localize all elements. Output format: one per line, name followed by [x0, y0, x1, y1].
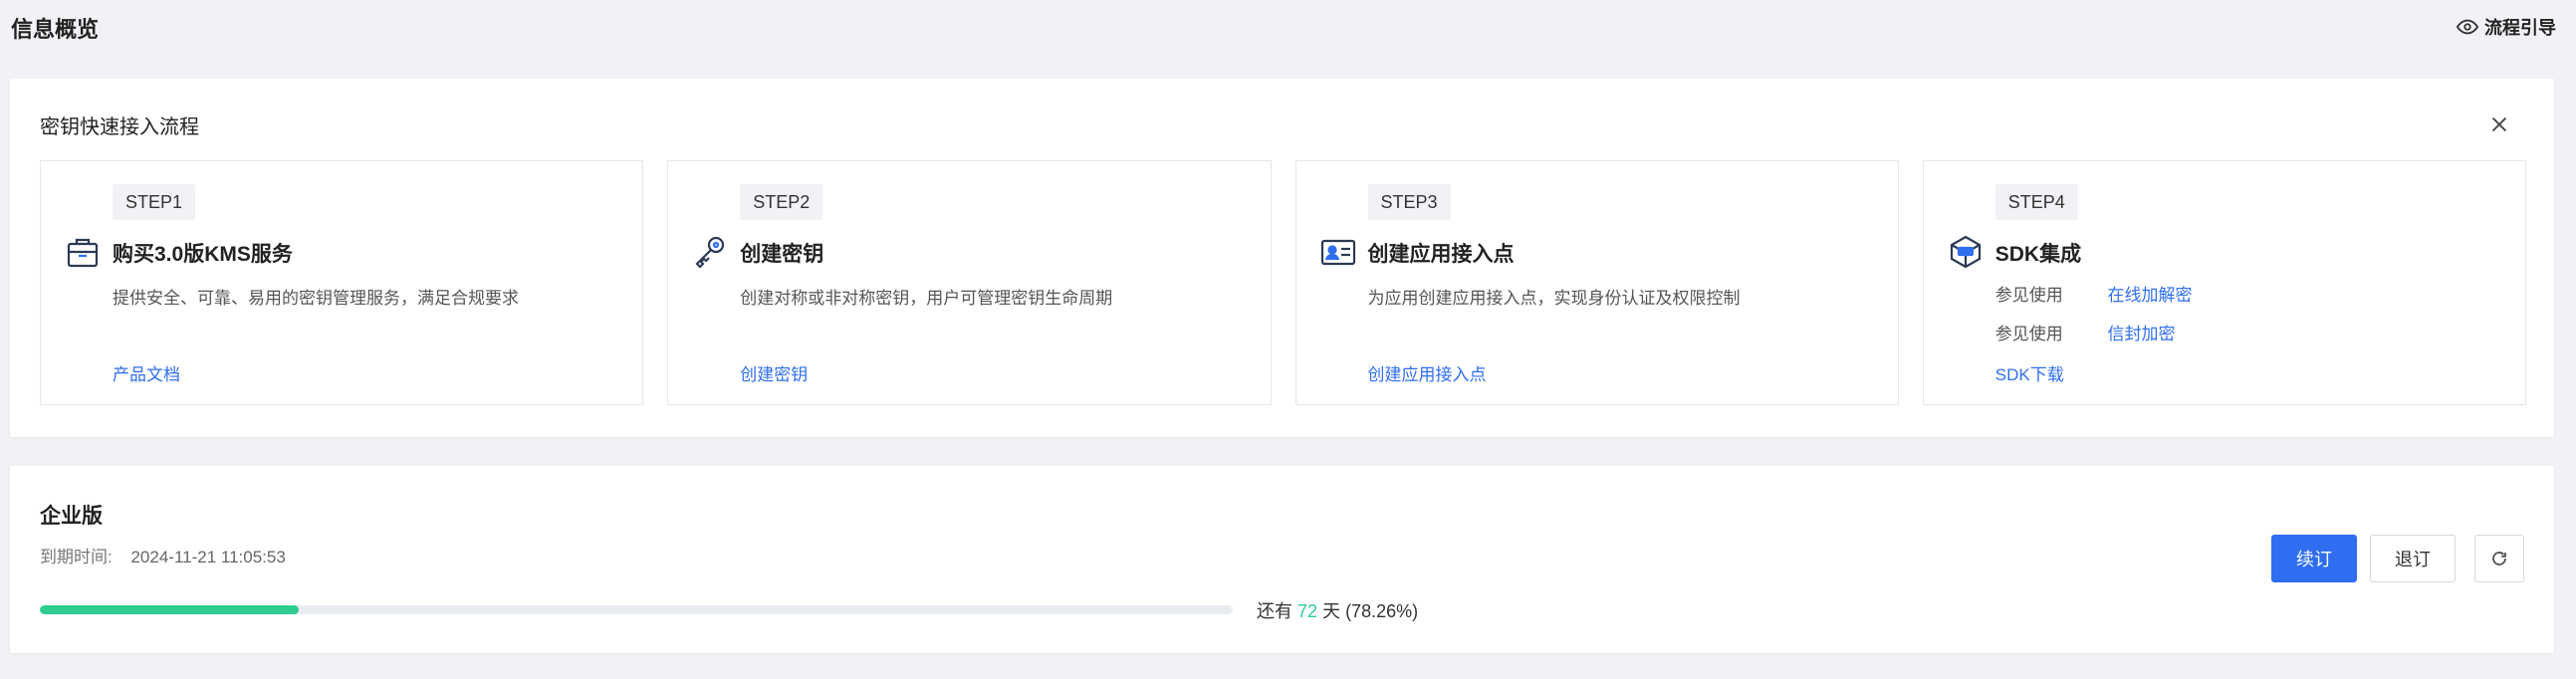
- expiry-info: 到期时间: 2024-11-21 11:05:53: [40, 543, 286, 567]
- package-icon: [1950, 235, 1981, 269]
- step-name: 创建应用接入点: [1367, 243, 1515, 266]
- refresh-icon: [2492, 552, 2506, 566]
- step-card-1: STEP1 购买3.0版KMS服务 提供安全、可靠、易用的密钥管理服务，满足合规…: [40, 160, 644, 405]
- shopping-bag-icon: [67, 238, 99, 268]
- step-description: 为应用创建应用接入点，实现身份认证及权限控制: [1367, 289, 1741, 308]
- quick-access-flow-card: 密钥快速接入流程 STEP1 购买3.0版KMS服务 提供安全、可靠、易用的密钥…: [10, 79, 2554, 437]
- unsubscribe-button[interactable]: 退订: [2370, 535, 2456, 582]
- remain-suffix: 天 (78.26%): [1322, 601, 1419, 621]
- step-description: 提供安全、可靠、易用的密钥管理服务，满足合规要求: [113, 289, 519, 308]
- step-name: SDK集成: [1994, 243, 2082, 266]
- page-header: 信息概览 流程引导: [0, 0, 2576, 60]
- expiry-value: 2024-11-21 11:05:53: [130, 548, 286, 566]
- sdk-download-link[interactable]: SDK下载: [1995, 360, 2064, 385]
- step-card-3: STEP3 创建应用接入点 为应用创建应用接入点，实现身份认证及权限控制 创建应…: [1294, 160, 1899, 405]
- usage-progress-fill: [40, 605, 300, 614]
- step-badge: STEP3: [1367, 184, 1451, 220]
- step-badge: STEP4: [1994, 184, 2078, 220]
- plan-card: 企业版 到期时间: 2024-11-21 11:05:53 还有 72 天 (7…: [10, 466, 2554, 653]
- key-icon: [695, 236, 725, 269]
- usage-progress-bar: [40, 605, 1233, 614]
- step-badge: STEP1: [113, 184, 196, 220]
- sdk-doc-row-1: 参见使用 在线加解密: [1995, 281, 2193, 306]
- close-icon[interactable]: [2488, 113, 2510, 135]
- eye-icon: [2457, 19, 2478, 35]
- refresh-button[interactable]: [2474, 535, 2524, 582]
- step-name: 创建密钥: [740, 243, 824, 266]
- id-card-icon: [1320, 239, 1355, 266]
- create-key-link[interactable]: 创建密钥: [740, 360, 808, 385]
- step-card-2: STEP2 创建密钥 创建对称或非对称密钥，用户可管理密钥生命周期 创建密钥: [667, 160, 1272, 405]
- expiry-label: 到期时间:: [40, 548, 113, 566]
- product-docs-link[interactable]: 产品文档: [113, 360, 180, 385]
- remaining-days-text: 还有 72 天 (78.26%): [1257, 597, 1418, 623]
- sdk-doc-row-2: 参见使用 信封加密: [1995, 320, 2176, 344]
- flow-title: 密钥快速接入流程: [40, 116, 199, 138]
- steps-container: STEP1 购买3.0版KMS服务 提供安全、可靠、易用的密钥管理服务，满足合规…: [40, 160, 2526, 405]
- remain-prefix: 还有: [1257, 601, 1292, 621]
- sdk-row-prefix: 参见使用: [1994, 325, 2063, 343]
- step-card-4: STEP4 SDK集成 参见使用 在线加解密 参见使用 信封加密 SDK下载: [1922, 160, 2526, 405]
- online-encrypt-decrypt-link[interactable]: 在线加解密: [2107, 286, 2192, 305]
- process-guide-label: 流程引导: [2484, 18, 2556, 38]
- create-access-point-link[interactable]: 创建应用接入点: [1368, 360, 1487, 385]
- envelope-encryption-link[interactable]: 信封加密: [2107, 325, 2175, 343]
- plan-name: 企业版: [40, 505, 103, 528]
- step-badge: STEP2: [740, 184, 823, 220]
- page-title: 信息概览: [11, 17, 100, 42]
- step-name: 购买3.0版KMS服务: [113, 243, 293, 266]
- remain-days: 72: [1297, 601, 1318, 621]
- process-guide-button[interactable]: 流程引导: [2457, 14, 2556, 40]
- renew-button[interactable]: 续订: [2271, 535, 2357, 582]
- step-description: 创建对称或非对称密钥，用户可管理密钥生命周期: [740, 289, 1113, 308]
- sdk-row-prefix: 参见使用: [1994, 286, 2063, 305]
